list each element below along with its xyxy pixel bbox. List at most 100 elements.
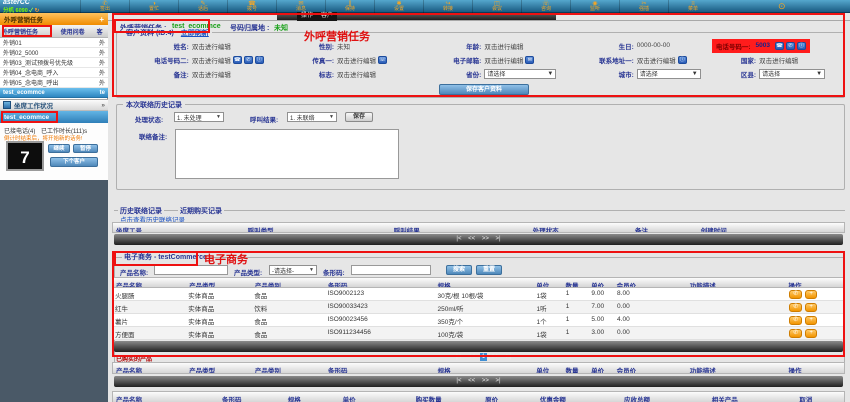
product-name-label: 产品名称: [120, 267, 148, 277]
note-label: 联络备注: [139, 131, 167, 141]
toolbar-item-busy[interactable]: ◑置忙 [129, 0, 178, 13]
call-icon[interactable]: ✆ [786, 42, 795, 50]
cti-toolbar: asterCC 分机 6090 ✓ ↻ ✆签出 ◑置忙 ✎话后 ☎拨号 ✉消息 … [0, 0, 850, 13]
status-label: 处理状态: [135, 114, 163, 124]
toolbar-item-signout[interactable]: ✆签出 [80, 0, 129, 13]
add-product-button[interactable]: + [805, 303, 817, 312]
province-select[interactable]: 请选择▼ [484, 69, 556, 79]
task-table-header: 外呼营销任务 使用问卷 客 [0, 25, 108, 38]
order-product-button[interactable]: ✆ [789, 303, 802, 312]
call-icon[interactable]: ✆ [244, 56, 253, 64]
dial-icon[interactable]: ☎ [775, 42, 784, 50]
info-icon[interactable]: ⓘ [678, 56, 687, 64]
product-type-label: 产品类型: [234, 267, 262, 277]
tab-customer[interactable]: 客户 [317, 12, 337, 21]
product-type-select[interactable]: -请选择-▼ [269, 265, 317, 275]
product-pagination[interactable]: |< <<1>> >| [114, 341, 843, 352]
add-product-button[interactable]: + [805, 290, 817, 299]
flag-field[interactable]: 双击进行编辑 [337, 69, 376, 79]
next-customer-button[interactable]: 下个客户 [50, 157, 98, 167]
task-row[interactable]: 外销05_念电商_呼出外 [0, 78, 108, 88]
task-row[interactable]: 外销02_5000外 [0, 48, 108, 58]
result-select[interactable]: 1. 未联络▼ [287, 112, 337, 122]
name-field[interactable]: 双击进行编辑 [192, 41, 231, 51]
search-button[interactable]: 搜索 [446, 265, 472, 275]
contact-fieldset-legend: 本次联络历史记录 [123, 100, 185, 110]
district-select[interactable]: 请选择▼ [759, 69, 825, 79]
toolbar-item-wrapup[interactable]: ✎话后 [178, 0, 227, 13]
customer-form-row: 姓名:双击进行编辑 性别:未知 年龄:双击进行编辑 生日:0000-00-00 … [119, 39, 842, 52]
panel-icon [3, 101, 11, 109]
result-label: 呼叫结果: [250, 114, 278, 124]
dial-icon[interactable]: ☎ [233, 56, 242, 64]
power-icon[interactable]: ⊙ [778, 1, 786, 12]
outbound-tasks-panel-header: 外呼营销任务 + [0, 13, 108, 25]
chevron-down-icon: ▼ [816, 71, 822, 77]
country-field[interactable]: 双击进行编辑 [759, 55, 798, 65]
task-row-selected[interactable]: test_ecommcete [0, 88, 108, 98]
refresh-now-link[interactable]: 立即刷新 [181, 30, 209, 37]
customer-form-row: 备注:双击进行编辑 标志:双击进行编辑 省份: 请选择▼ 城市: 请选择▼ 区县… [119, 67, 842, 80]
task-row[interactable]: 外销03_测试预拨号优先级外 [0, 58, 108, 68]
fax-field[interactable]: 双击进行编辑 [337, 55, 376, 65]
barcode-label: 条形码: [323, 267, 345, 277]
history-table-header: 坐席工号 呼叫类型 呼叫结果 处理状态 备注 创建时间 [112, 222, 845, 233]
active-campaign-bar[interactable]: test_ecommce [0, 111, 108, 123]
customer-form-row: 电话号码二:双击进行编辑 ☎ ✆ ⓘ 传真一:双击进行编辑 ☏ 电子邮箱:双击进… [119, 53, 842, 66]
chevron-down-icon: ▼ [309, 267, 314, 273]
age-field[interactable]: 双击进行编辑 [484, 41, 523, 51]
gender-field[interactable]: 未知 [337, 41, 350, 51]
info-icon[interactable]: ⓘ [797, 42, 806, 50]
customer-info-fieldset: 客户资料 (ID:4) 立即刷新 姓名:双击进行编辑 性别:未知 年龄:双击进行… [116, 32, 845, 98]
collapse-icon[interactable]: » [101, 102, 105, 109]
fax-icon[interactable]: ☏ [378, 56, 387, 64]
save-contact-button[interactable]: 保存 [345, 112, 373, 122]
reset-button[interactable]: 重置 [476, 265, 502, 275]
current-page[interactable]: 1 [480, 353, 487, 361]
task-row[interactable]: 外销04_念电商_呼入外 [0, 68, 108, 78]
remark-field[interactable]: 双击进行编辑 [192, 69, 231, 79]
order-product-button[interactable]: ✆ [789, 329, 802, 338]
contact-note-textarea[interactable] [175, 129, 399, 179]
product-name-input[interactable] [154, 265, 228, 275]
order-product-button[interactable]: ✆ [789, 316, 802, 325]
info-icon[interactable]: ⓘ [255, 56, 264, 64]
toolbar-item-menu[interactable]: ≡菜单 [668, 0, 717, 13]
chevron-down-icon: ▼ [216, 114, 221, 120]
phone2-field[interactable]: 双击进行编辑 [192, 55, 231, 65]
order-product-button[interactable]: ✆ [789, 290, 802, 299]
panel-title: 外呼营销任务 [4, 14, 43, 24]
history-pagination[interactable]: |< << >> >| [114, 234, 843, 245]
chevron-down-icon: ▼ [547, 71, 553, 77]
task-row[interactable]: 外销01外 [0, 38, 108, 48]
phone1-highlight: 电话号码一: 5003 ☎ ✆ ⓘ [712, 39, 810, 53]
tab-operation[interactable]: 操作 [297, 12, 317, 21]
phone1-field[interactable]: 5003 [756, 42, 770, 49]
agent-status-panel-header[interactable]: 坐席工作状况 » [0, 99, 108, 111]
add-product-button[interactable]: + [805, 316, 817, 325]
barcode-input[interactable] [351, 265, 431, 275]
add-product-button[interactable]: + [805, 329, 817, 338]
status-select[interactable]: 1. 未处理▼ [174, 112, 224, 122]
add-task-icon[interactable]: + [99, 15, 104, 24]
toolbar-item-barge[interactable]: ✂强插 [619, 0, 668, 13]
toolbar-item-dial[interactable]: ☎拨号 [227, 0, 276, 13]
chevron-down-icon: ▼ [329, 114, 334, 120]
email-icon[interactable]: ✉ [525, 56, 534, 64]
address-field[interactable]: 双击进行编辑 [637, 55, 676, 65]
toolbar-item-monitor[interactable]: ◉监听 [570, 0, 619, 13]
pause-button[interactable]: 暂停 [73, 144, 98, 153]
birthday-field[interactable]: 0000-00-00 [637, 42, 670, 49]
save-customer-button[interactable]: 保存客户资料 [439, 84, 529, 95]
purchased-pagination[interactable]: |< << >> >| [114, 376, 843, 387]
email-field[interactable]: 双击进行编辑 [484, 55, 523, 65]
toolbar-item-conference[interactable]: ◫会议 [472, 0, 521, 13]
continue-button[interactable]: 继续 [48, 144, 70, 153]
city-select[interactable]: 请选择▼ [637, 69, 701, 79]
toolbar-item-consult[interactable]: ☏咨询 [521, 0, 570, 13]
product-table-header: 产品名称 产品类型 产品类别 条形码 规格 单位 数量 单价 会员价 功能描述 … [112, 277, 845, 288]
col-customer: 客 [95, 27, 108, 36]
chevron-down-icon: ▼ [692, 71, 698, 77]
toolbar-item-transfer[interactable]: ↪转接 [423, 0, 472, 13]
toolbar-item-settings[interactable]: ✱设置 [374, 0, 423, 13]
